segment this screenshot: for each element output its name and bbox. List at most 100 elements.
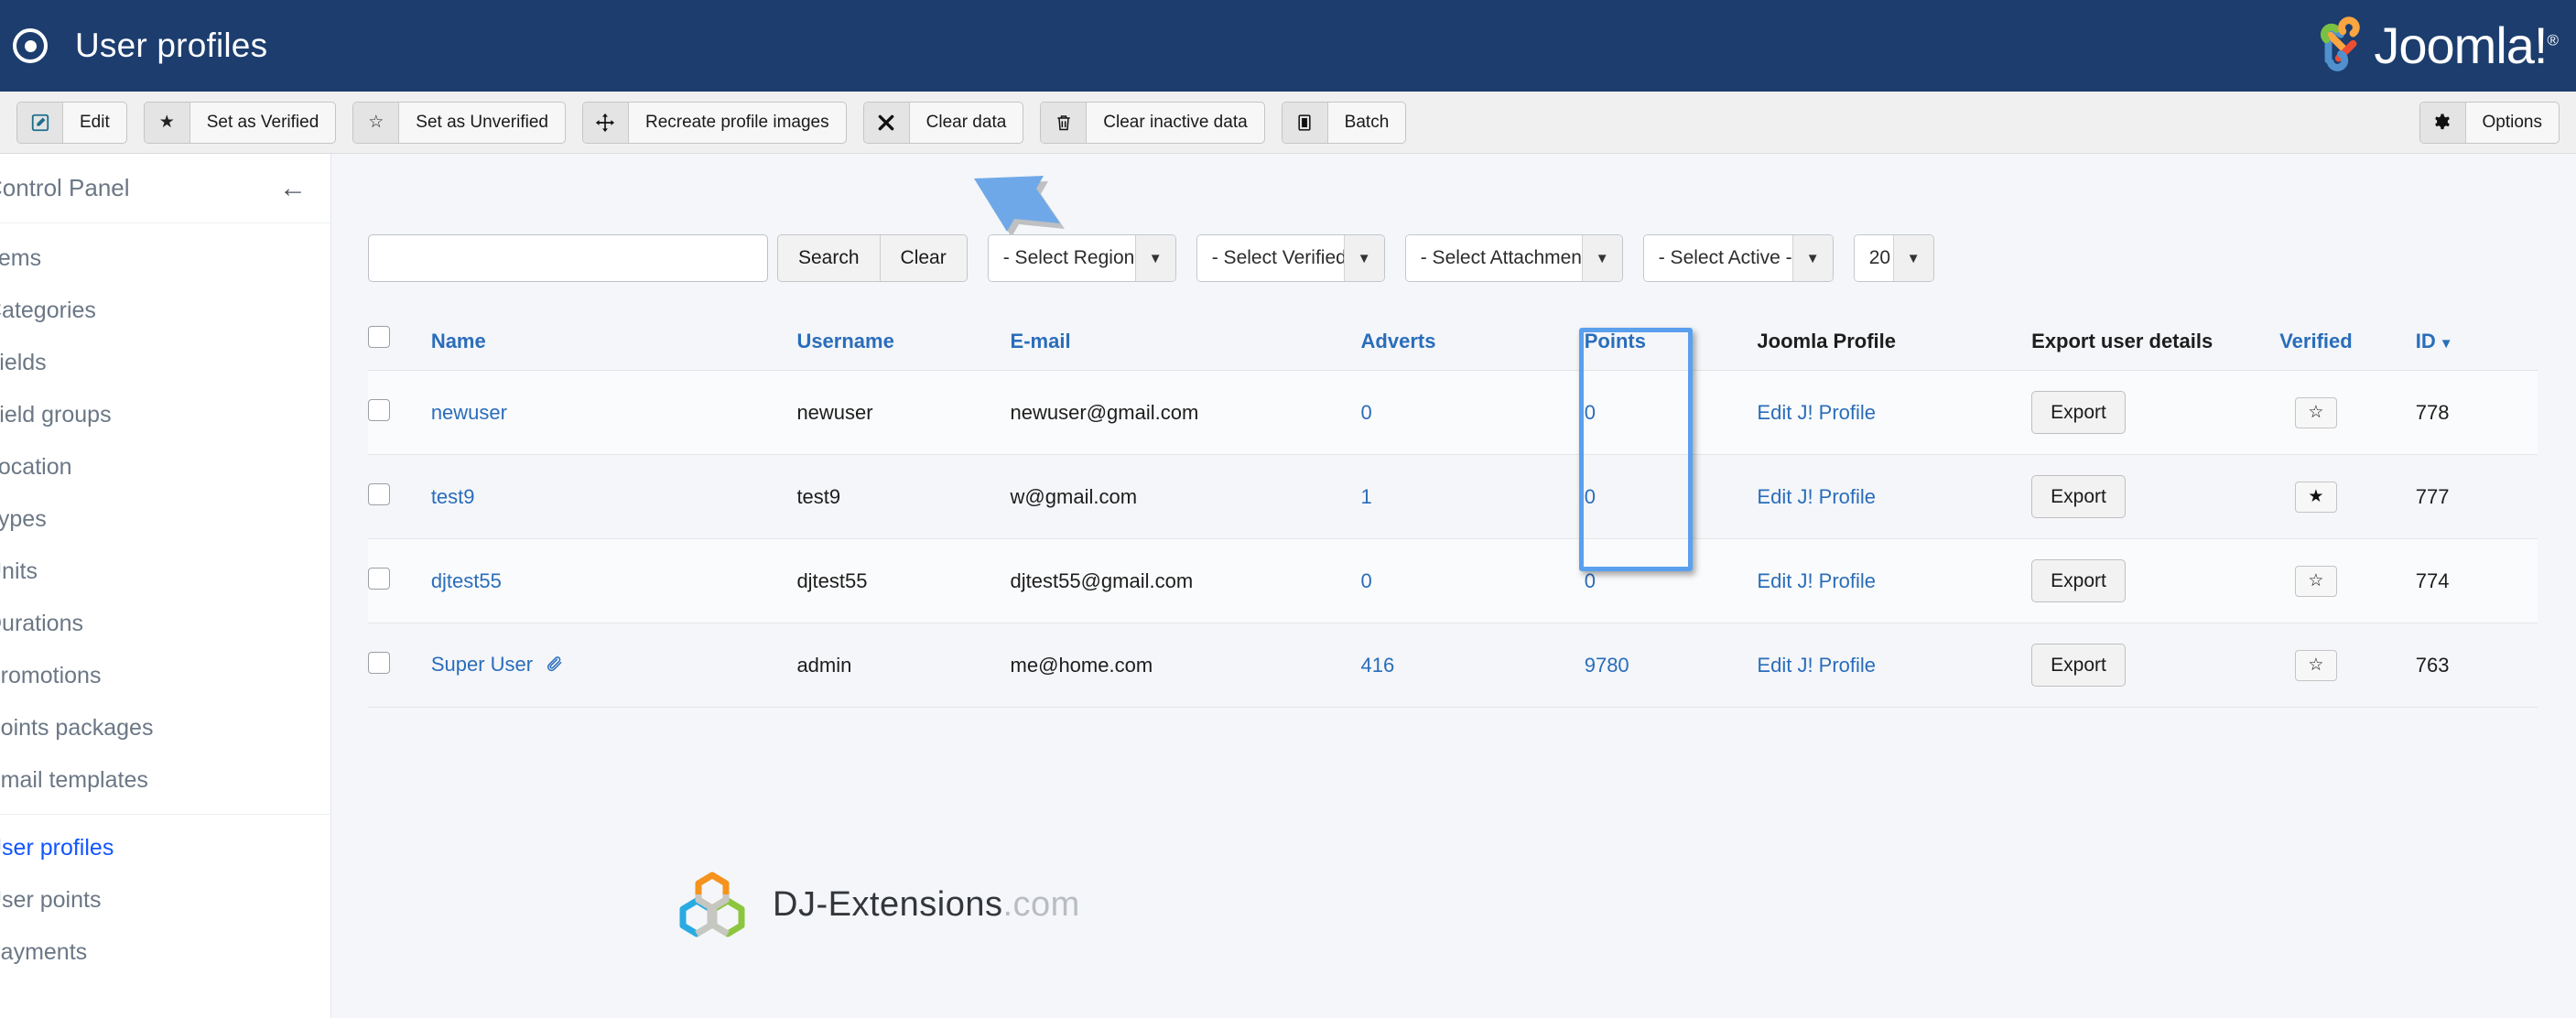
- options-button-label: Options: [2482, 112, 2542, 132]
- user-name-link[interactable]: djtest55: [431, 569, 502, 592]
- select-verified[interactable]: - Select Verified - ▼: [1196, 234, 1385, 282]
- select-list-limit-value: 20: [1854, 235, 1893, 281]
- chevron-down-icon[interactable]: ▼: [1791, 235, 1833, 281]
- cell-points: 0: [1584, 538, 1758, 623]
- sidebar-item-label: User points: [0, 887, 102, 913]
- cell-joomla-profile: Edit J! Profile: [1757, 623, 2032, 708]
- sidebar-item-email-templates[interactable]: Email templates: [0, 754, 330, 807]
- set-as-verified-label: Set as Verified: [206, 112, 319, 132]
- select-list-limit[interactable]: 20 ▼: [1853, 234, 1934, 282]
- sidebar-item-payments[interactable]: Payments: [0, 926, 330, 979]
- cell-verified: ★: [2216, 454, 2416, 539]
- row-checkbox[interactable]: [368, 398, 390, 421]
- export-button[interactable]: Export: [2031, 391, 2126, 434]
- sidebar-item-fields[interactable]: Fields: [0, 337, 330, 389]
- col-header-adverts[interactable]: Adverts: [1360, 313, 1585, 371]
- recreate-profile-images-button[interactable]: Recreate profile images: [581, 101, 847, 144]
- sidebar-item-points-packages[interactable]: Points packages: [0, 702, 330, 754]
- chevron-down-icon[interactable]: ▼: [1581, 235, 1622, 281]
- col-header-email[interactable]: E-mail: [1010, 313, 1361, 371]
- col-header-points[interactable]: Points: [1584, 313, 1758, 371]
- sidebar-item-items[interactable]: Items: [0, 233, 330, 285]
- sidebar-item-units[interactable]: Units: [0, 546, 330, 598]
- search-input[interactable]: [368, 234, 768, 282]
- batch-button-label: Batch: [1344, 112, 1390, 132]
- user-profiles-table-wrapper: Name Username E-mail Adverts Points Joom…: [368, 313, 2538, 708]
- select-all-checkbox[interactable]: [368, 326, 390, 348]
- cell-username: newuser: [796, 370, 1011, 455]
- points-link[interactable]: 0: [1585, 569, 1596, 592]
- select-attachment[interactable]: - Select Attachment - ▼: [1404, 234, 1623, 282]
- options-button[interactable]: Options: [2419, 101, 2560, 144]
- batch-button[interactable]: Batch: [1281, 101, 1407, 144]
- set-as-unverified-button[interactable]: ☆ Set as Unverified: [352, 101, 566, 144]
- verified-toggle-star-outline[interactable]: ☆: [2294, 649, 2337, 681]
- sidebar-divider: [0, 814, 330, 815]
- edit-joomla-profile-link[interactable]: Edit J! Profile: [1757, 654, 1876, 677]
- row-checkbox-cell: [368, 454, 431, 539]
- row-checkbox[interactable]: [368, 482, 390, 505]
- points-link[interactable]: 9780: [1585, 654, 1629, 677]
- set-as-verified-button[interactable]: ★ Set as Verified: [143, 101, 337, 144]
- sidebar-item-categories[interactable]: Categories: [0, 285, 330, 337]
- col-header-name[interactable]: Name: [430, 313, 797, 371]
- sidebar-item-label: Location: [0, 454, 72, 480]
- sidebar-item-promotions[interactable]: Promotions: [0, 650, 330, 702]
- points-link[interactable]: 0: [1585, 485, 1596, 508]
- cell-email: me@home.com: [1010, 623, 1361, 708]
- edit-button[interactable]: Edit: [16, 101, 127, 144]
- export-button[interactable]: Export: [2031, 644, 2126, 687]
- move-arrows-icon: [582, 102, 629, 143]
- col-header-username[interactable]: Username: [796, 313, 1011, 371]
- star-outline-icon: ☆: [353, 102, 400, 143]
- clear-inactive-data-button[interactable]: Clear inactive data: [1040, 101, 1265, 144]
- chevron-down-icon[interactable]: ▼: [1343, 235, 1384, 281]
- select-region[interactable]: - Select Region - ▼: [987, 234, 1176, 282]
- row-checkbox[interactable]: [368, 651, 390, 674]
- verified-toggle-star-outline[interactable]: ☆: [2294, 396, 2337, 428]
- arrow-left-icon[interactable]: ←: [279, 174, 307, 202]
- verified-toggle-star-filled[interactable]: ★: [2294, 481, 2337, 513]
- sidebar-item-control-panel[interactable]: Control Panel ←: [0, 154, 330, 223]
- export-button[interactable]: Export: [2031, 559, 2126, 602]
- sidebar-item-field-groups[interactable]: Field groups: [0, 389, 330, 441]
- adverts-link[interactable]: 1: [1361, 485, 1372, 508]
- clear-inactive-data-label: Clear inactive data: [1103, 112, 1248, 132]
- edit-joomla-profile-link[interactable]: Edit J! Profile: [1757, 485, 1876, 508]
- select-region-value: - Select Region -: [988, 235, 1146, 281]
- chevron-down-icon[interactable]: ▼: [1134, 235, 1175, 281]
- user-name-link[interactable]: newuser: [431, 401, 507, 424]
- user-name-link[interactable]: test9: [431, 485, 475, 508]
- sidebar-item-location[interactable]: Location: [0, 441, 330, 493]
- chevron-down-icon[interactable]: ▼: [1892, 235, 1933, 281]
- joomla-registered-mark: ®: [2547, 31, 2558, 49]
- user-name-link[interactable]: Super User: [431, 653, 533, 676]
- adverts-link[interactable]: 0: [1361, 569, 1372, 592]
- recreate-profile-images-label: Recreate profile images: [644, 112, 829, 132]
- select-active[interactable]: - Select Active - ▼: [1642, 234, 1834, 282]
- gear-icon: [2419, 102, 2466, 143]
- pencil-square-icon: [17, 102, 63, 143]
- export-button[interactable]: Export: [2031, 475, 2126, 518]
- sidebar-item-user-points[interactable]: User points: [0, 874, 330, 926]
- sidebar-item-types[interactable]: Types: [0, 493, 330, 546]
- search-button[interactable]: Search: [778, 235, 881, 281]
- dj-extensions-brand: DJ-Extensions: [773, 884, 1003, 924]
- sidebar-item-label: Fields: [0, 350, 47, 375]
- edit-joomla-profile-link[interactable]: Edit J! Profile: [1757, 401, 1876, 424]
- toolbar-right-group: Options: [2419, 101, 2560, 144]
- points-link[interactable]: 0: [1585, 401, 1596, 424]
- adverts-link[interactable]: 416: [1361, 654, 1395, 677]
- sidebar-item-user-profiles[interactable]: User profiles: [0, 822, 330, 874]
- cell-username: djtest55: [796, 538, 1011, 623]
- edit-joomla-profile-link[interactable]: Edit J! Profile: [1757, 569, 1876, 592]
- cell-verified: ☆: [2216, 623, 2416, 708]
- sidebar-item-durations[interactable]: Durations: [0, 598, 330, 650]
- col-header-verified[interactable]: Verified: [2216, 313, 2416, 371]
- adverts-link[interactable]: 0: [1361, 401, 1372, 424]
- clear-data-button[interactable]: Clear data: [862, 101, 1024, 144]
- row-checkbox[interactable]: [368, 567, 390, 590]
- verified-toggle-star-outline[interactable]: ☆: [2294, 565, 2337, 597]
- clear-button[interactable]: Clear: [880, 235, 967, 281]
- col-header-id[interactable]: ID ▼: [2415, 313, 2538, 371]
